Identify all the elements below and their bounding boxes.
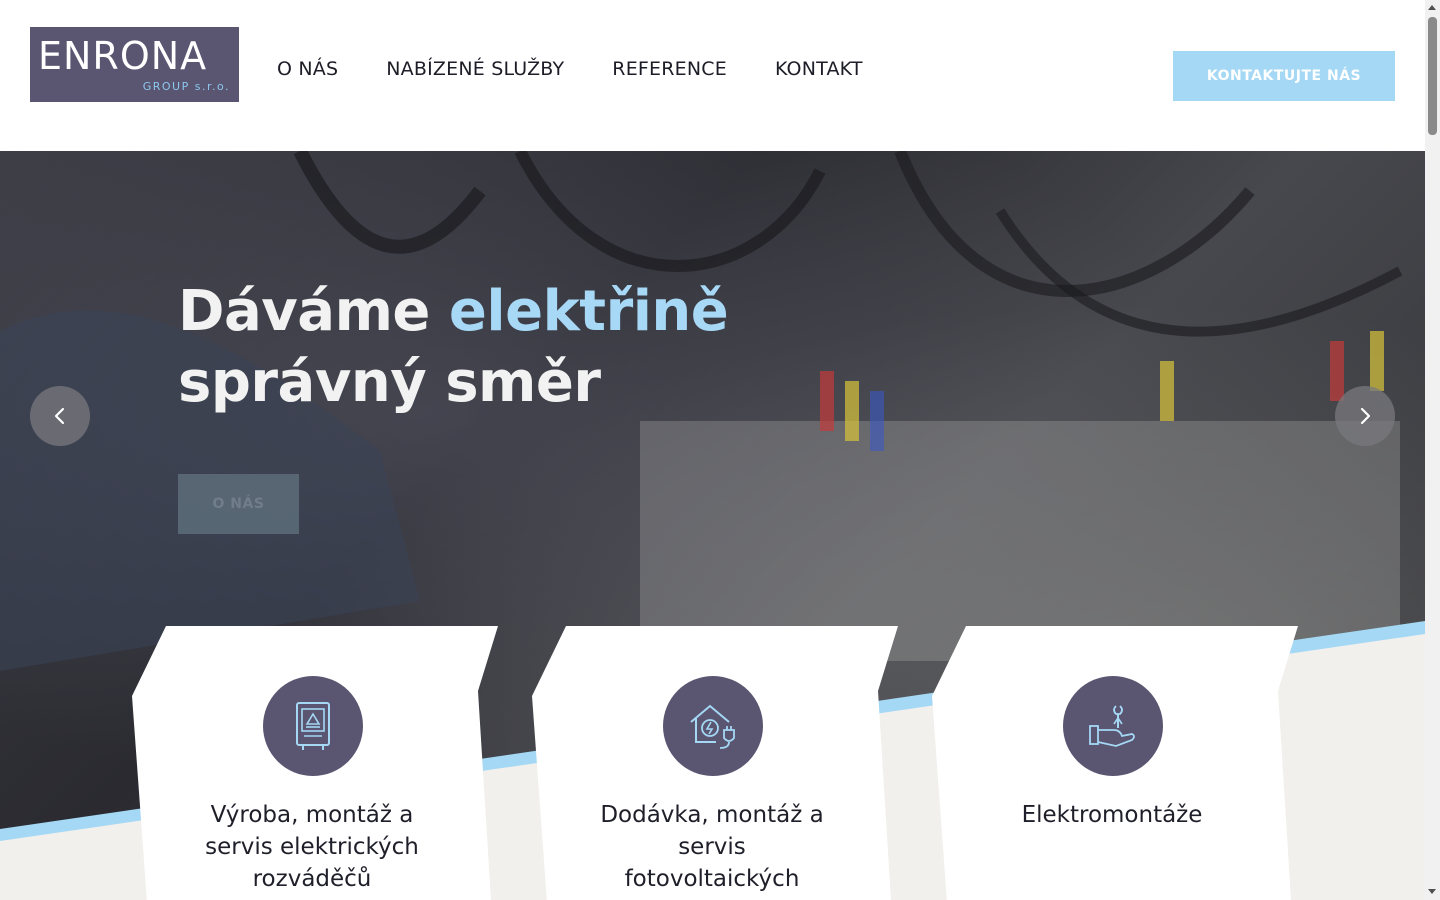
nav-item-references[interactable]: REFERENCE (612, 58, 727, 80)
switchboard-icon-circle (263, 676, 363, 776)
page-scrollbar[interactable] (1425, 0, 1440, 900)
slider-prev-button[interactable] (30, 386, 90, 446)
scroll-up-arrow-icon[interactable] (1428, 5, 1436, 10)
logo-wordmark: ENRONA (38, 34, 208, 78)
hand-wrench-icon-circle (1063, 676, 1163, 776)
house-plug-icon-circle (663, 676, 763, 776)
service-card-title: Dodávka, montáž a servis fotovoltaických (600, 802, 824, 892)
service-card-switchboards[interactable]: Výroba, montáž a servis elektrických roz… (132, 626, 498, 900)
logo-subtitle: GROUP s.r.o. (142, 80, 230, 93)
about-us-button[interactable]: O NÁS (178, 474, 299, 534)
hero-title-accent: elektřině (448, 279, 729, 344)
chevron-right-icon (1360, 407, 1371, 425)
hero-banner: Dáváme elektřině správný směr O NÁS Výrob… (0, 151, 1425, 900)
main-nav: O NÁS NABÍZENÉ SLUŽBY REFERENCE KONTAKT (277, 58, 911, 80)
scrollbar-thumb[interactable] (1428, 17, 1437, 135)
service-card-photovoltaics[interactable]: Dodávka, montáž a servis fotovoltaických (532, 626, 898, 900)
hero-title-part1: Dáváme (178, 279, 449, 344)
contact-us-button[interactable]: KONTAKTUJTE NÁS (1173, 51, 1395, 101)
logo[interactable]: ENRONA GROUP s.r.o. (30, 27, 239, 102)
hero-title: Dáváme elektřině správný směr (178, 276, 729, 418)
nav-item-services[interactable]: NABÍZENÉ SLUŽBY (386, 58, 564, 80)
nav-item-contact[interactable]: KONTAKT (775, 58, 863, 80)
hero-title-line2: správný směr (178, 350, 601, 415)
service-card-electrical-installations[interactable]: Elektromontáže (932, 626, 1298, 900)
switchboard-icon (296, 702, 330, 750)
scroll-down-arrow-icon[interactable] (1428, 889, 1436, 894)
service-card-title: Výroba, montáž a servis elektrických roz… (205, 802, 419, 892)
slider-next-button[interactable] (1335, 386, 1395, 446)
nav-item-about[interactable]: O NÁS (277, 58, 338, 80)
chevron-left-icon (54, 407, 65, 425)
service-card-title: Elektromontáže (1021, 802, 1203, 828)
house-plug-icon (690, 704, 735, 749)
hand-wrench-icon (1089, 705, 1135, 747)
site-header: ENRONA GROUP s.r.o. O NÁS NABÍZENÉ SLUŽB… (0, 0, 1425, 151)
